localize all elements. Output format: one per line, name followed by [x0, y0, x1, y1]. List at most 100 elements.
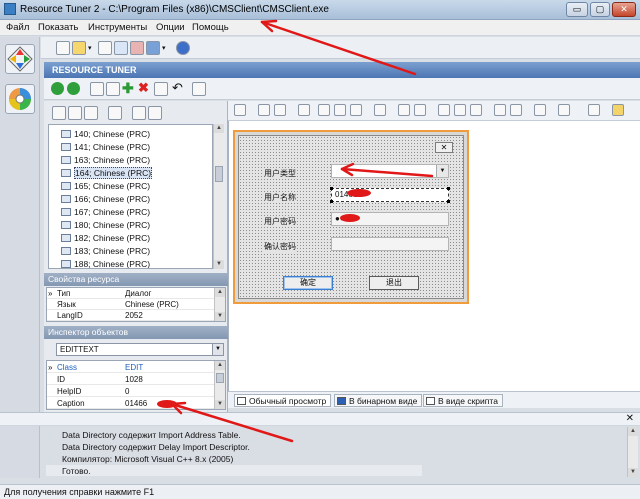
align-right-icon[interactable] [334, 104, 346, 116]
grid-icon[interactable] [588, 104, 600, 116]
new-file-icon[interactable] [56, 41, 70, 55]
align-left-icon[interactable] [318, 104, 330, 116]
close-button[interactable]: ✕ [612, 2, 636, 17]
property-row[interactable]: ID 1028 [47, 374, 215, 385]
help-icon[interactable] [176, 41, 190, 55]
maximize-button[interactable]: ▢ [590, 2, 610, 17]
object-select[interactable]: EDITTEXT ▼ [56, 343, 224, 356]
center-dialog-horizontal-icon[interactable] [534, 104, 546, 116]
property-row[interactable]: Язык Chinese (PRC) [47, 299, 215, 310]
add-icon[interactable]: ✚ [122, 80, 134, 97]
tab-order-icon[interactable] [298, 104, 310, 116]
scroll-up-icon[interactable]: ▲ [215, 361, 225, 370]
save-icon[interactable] [146, 41, 160, 55]
minimize-button[interactable]: ▭ [566, 2, 588, 17]
undo-icon[interactable]: ↶ [172, 80, 183, 96]
copy-icon[interactable] [90, 82, 104, 96]
user-type-combobox[interactable]: ▼ [331, 164, 449, 178]
center-horizontal-icon[interactable] [414, 104, 426, 116]
chevron-down-icon[interactable]: ▼ [436, 165, 448, 177]
scroll-down-icon[interactable]: ▼ [215, 400, 225, 409]
property-row[interactable]: LangID 2052 [47, 310, 215, 321]
scroll-thumb[interactable] [216, 373, 224, 383]
scroll-thumb[interactable] [215, 166, 223, 182]
align-bottom-icon[interactable] [374, 104, 386, 116]
resource-tuner-launcher-button[interactable] [5, 44, 35, 74]
property-row[interactable]: » Тип Диалог [47, 288, 215, 299]
tab-normal-view[interactable]: Обычный просмотр [234, 394, 332, 407]
exit-button[interactable]: 退出 [369, 276, 419, 290]
rename-icon[interactable] [154, 82, 168, 96]
same-size-icon[interactable] [470, 104, 482, 116]
resize-handle[interactable] [447, 187, 450, 190]
resize-handle[interactable] [330, 200, 333, 203]
output-close-icon[interactable]: ✕ [626, 413, 634, 424]
chevron-down-icon[interactable]: ▼ [212, 344, 223, 355]
tree-view-icon[interactable] [52, 106, 66, 120]
color-wheel-launcher-button[interactable] [5, 84, 35, 114]
test-dialog-icon[interactable] [258, 104, 270, 116]
scroll-up-icon[interactable]: ▲ [214, 124, 224, 133]
center-dialog-vertical-icon[interactable] [558, 104, 570, 116]
tree-item[interactable]: 141; Chinese (PRC) [61, 140, 150, 153]
output-scrollbar[interactable]: ▲ ▼ [627, 427, 638, 477]
property-row[interactable]: » Class EDIT [47, 362, 215, 373]
same-width-icon[interactable] [438, 104, 450, 116]
dialog-preview[interactable]: ✕ 用户类型 ▼ 用户名称 01466 用户密码 ●● 确认密码 确定 退出 [233, 130, 469, 304]
scroll-up-icon[interactable]: ▲ [215, 288, 225, 297]
find-icon[interactable] [132, 106, 146, 120]
back-icon[interactable] [51, 82, 64, 95]
space-across-icon[interactable] [494, 104, 506, 116]
menu-view[interactable]: Показать [38, 22, 78, 33]
tree-item[interactable]: 140; Chinese (PRC) [61, 127, 150, 140]
edit-icon[interactable] [68, 106, 82, 120]
open-folder-icon[interactable] [72, 41, 86, 55]
same-height-icon[interactable] [454, 104, 466, 116]
guides-icon[interactable] [274, 104, 286, 116]
delete-icon[interactable]: ✖ [138, 80, 149, 96]
tree-item[interactable]: 182; Chinese (PRC) [61, 231, 150, 244]
font-icon[interactable] [612, 104, 624, 116]
scroll-up-icon[interactable]: ▲ [628, 427, 638, 436]
save-dropdown-icon[interactable]: ▾ [162, 44, 166, 52]
scroll-down-icon[interactable]: ▼ [215, 312, 225, 321]
tree-item[interactable]: 183; Chinese (PRC) [61, 244, 150, 257]
tree-item[interactable]: 188; Chinese (PRC) [61, 257, 150, 268]
ok-button[interactable]: 确定 [283, 276, 333, 290]
tab-binary-view[interactable]: В бинарном виде [334, 394, 423, 407]
check-icon[interactable] [84, 106, 98, 120]
center-vertical-icon[interactable] [398, 104, 410, 116]
property-row[interactable]: Caption 01466 [47, 398, 215, 409]
resize-handle[interactable] [447, 200, 450, 203]
scroll-down-icon[interactable]: ▼ [628, 468, 638, 477]
menu-tools[interactable]: Инструменты [88, 22, 147, 33]
properties-icon[interactable] [98, 41, 112, 55]
dialog-close-button[interactable]: ✕ [435, 142, 453, 153]
open-dropdown-icon[interactable]: ▾ [88, 44, 92, 52]
tree-item[interactable]: 180; Chinese (PRC) [61, 218, 150, 231]
property-row[interactable]: HelpID 0 [47, 386, 215, 397]
resource-tree[interactable]: 140; Chinese (PRC) 141; Chinese (PRC) 16… [48, 124, 213, 269]
forward-icon[interactable] [67, 82, 80, 95]
menu-file[interactable]: Файл [6, 22, 29, 33]
tree-item[interactable]: 165; Chinese (PRC) [61, 179, 150, 192]
menu-options[interactable]: Опции [156, 22, 185, 33]
space-down-icon[interactable] [510, 104, 522, 116]
tab-script-view[interactable]: В виде скрипта [423, 394, 503, 407]
menu-help[interactable]: Помощь [192, 22, 229, 33]
select-tool-icon[interactable] [234, 104, 246, 116]
password-field[interactable]: ●● [331, 212, 449, 226]
resource-export-icon[interactable] [108, 106, 122, 120]
print-icon[interactable] [192, 82, 206, 96]
inspector-scrollbar[interactable]: ▲ ▼ [214, 361, 225, 409]
resize-handle[interactable] [330, 187, 333, 190]
tree-item[interactable]: 167; Chinese (PRC) [61, 205, 150, 218]
username-field[interactable]: 01466 [330, 187, 450, 203]
align-top-icon[interactable] [350, 104, 362, 116]
tree-item[interactable]: 163; Chinese (PRC) [61, 153, 150, 166]
find-next-icon[interactable] [148, 106, 162, 120]
save-all-icon[interactable] [114, 41, 128, 55]
confirm-password-field[interactable] [331, 237, 449, 251]
scroll-down-icon[interactable]: ▼ [214, 260, 224, 269]
tree-item-selected[interactable]: 164; Chinese (PRC) [61, 166, 153, 179]
